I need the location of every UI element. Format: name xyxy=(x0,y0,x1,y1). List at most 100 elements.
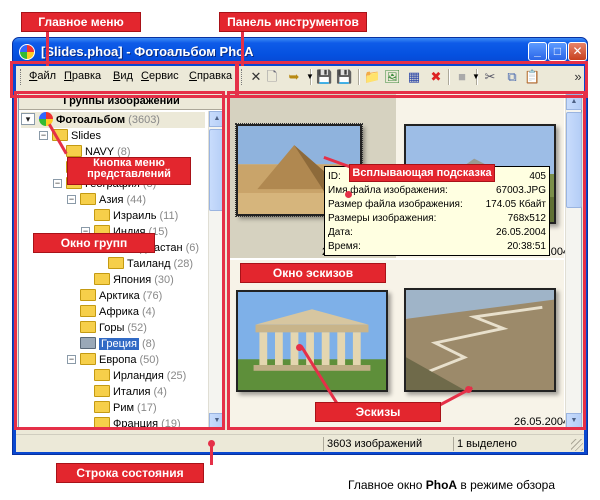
more-icon[interactable]: » xyxy=(570,69,586,85)
thumbnail-image[interactable] xyxy=(236,290,388,392)
delete-icon[interactable]: ✖ xyxy=(428,69,444,85)
tree-node-count: (11) xyxy=(159,210,179,222)
tree-node-count: (52) xyxy=(127,322,147,334)
tree-node[interactable]: Рим (17) xyxy=(81,400,157,416)
tree-node-label: Израиль xyxy=(113,210,157,222)
menu-label-rest: правка xyxy=(196,70,233,82)
tree-node[interactable]: − Азия (44) xyxy=(67,192,146,208)
resize-grip-icon[interactable] xyxy=(571,439,583,451)
tree-node-count: (25) xyxy=(166,370,187,382)
thumbnail-window: 26.05.200426.05.200426.05.2004 ID:405Имя… xyxy=(229,93,582,430)
folder-icon xyxy=(80,337,96,349)
tree-node-label: Горы xyxy=(99,322,125,334)
close-button[interactable]: ✕ xyxy=(568,42,587,61)
caption-suffix: в режиме обзора xyxy=(457,478,556,492)
tree-node[interactable]: Италия (4) xyxy=(81,384,167,400)
group-panel-header: Группы изображений xyxy=(19,94,224,110)
add-picture-icon[interactable]: 🖼 xyxy=(384,69,401,85)
menu-edit[interactable]: Правка xyxy=(64,70,101,82)
folder-icon xyxy=(80,305,96,317)
tree-node[interactable]: Горы (52) xyxy=(67,320,147,336)
scroll-up-icon[interactable]: ▲ xyxy=(209,111,225,127)
menu-view[interactable]: Вид xyxy=(113,70,133,82)
menu-help[interactable]: Справка xyxy=(189,70,232,82)
tree-node-label: Рим xyxy=(113,402,135,414)
tooltip-key: Размер файла изображения: xyxy=(328,199,463,210)
toolbar-grip[interactable] xyxy=(241,69,244,85)
callout-tooltip: Всплывающая подсказка xyxy=(349,164,495,182)
tree-node-count: (30) xyxy=(154,274,174,286)
scroll-thumb[interactable] xyxy=(209,129,225,211)
menu-accelerator: П xyxy=(64,70,72,82)
tree-node[interactable]: − Slides xyxy=(39,128,101,144)
figure-caption: Главное окно PhoA в режиме обзора xyxy=(348,478,555,492)
collapse-icon[interactable]: − xyxy=(39,131,48,140)
callout-group-window: Окно групп xyxy=(33,233,155,253)
tree-node[interactable]: Греция (8) xyxy=(67,336,155,352)
edit-icon[interactable]: ▦ xyxy=(406,69,422,85)
tree-node[interactable]: Таиланд (28) xyxy=(95,256,193,272)
tooltip-value: 768x512 xyxy=(507,213,546,224)
tree-node[interactable]: Япония (30) xyxy=(81,272,174,288)
thumbnail-scrollbar[interactable]: ▲ ▼ xyxy=(565,94,582,429)
main-menu: Файл Правка Вид Сервис Справка xyxy=(16,66,242,88)
tooltip-key: Размеры изображения: xyxy=(328,213,437,224)
menu-service[interactable]: Сервис xyxy=(141,70,179,82)
tree-node[interactable]: Арктика (76) xyxy=(67,288,162,304)
paste-icon[interactable]: 📋 xyxy=(524,69,540,85)
menu-file[interactable]: Файл xyxy=(29,70,56,82)
tree-node-count: (17) xyxy=(137,402,157,414)
new-document-icon[interactable]: 🗋 xyxy=(264,69,280,85)
tree-node-count: (4) xyxy=(141,306,156,318)
collapse-icon[interactable]: − xyxy=(67,355,76,364)
tree-node-label: Арктика xyxy=(99,290,140,302)
tree-node-count: (28) xyxy=(173,258,194,270)
scroll-up-icon[interactable]: ▲ xyxy=(566,94,582,110)
minimize-button[interactable]: _ xyxy=(528,42,547,61)
scroll-down-icon[interactable]: ▼ xyxy=(566,413,582,429)
tree-node[interactable]: Израиль (11) xyxy=(81,208,178,224)
cut-icon[interactable]: ✂ xyxy=(482,69,498,85)
tree-node-label: Ирландия xyxy=(113,370,164,382)
app-icon[interactable] xyxy=(19,44,35,60)
view-menu-button[interactable]: ▾ xyxy=(21,113,35,125)
tree-node[interactable]: Ирландия (25) xyxy=(81,368,186,384)
tree-node-count: (4) xyxy=(153,386,167,398)
menu-label-rest: равка xyxy=(71,70,102,82)
maximize-button[interactable]: □ xyxy=(548,42,567,61)
callout-thumbnail-window: Окно эскизов xyxy=(240,263,386,283)
tooltip-key: ID: xyxy=(328,171,341,182)
tooltip-value: 67003.JPG xyxy=(495,185,546,196)
caption-app-name: PhoA xyxy=(425,478,458,492)
tree-node[interactable]: Франция (19) xyxy=(81,416,181,429)
open-icon[interactable]: ➥ xyxy=(286,69,302,85)
folder-icon xyxy=(80,353,96,365)
status-bar: 3603 изображений 1 выделено xyxy=(16,434,584,452)
scroll-thumb[interactable] xyxy=(566,112,582,208)
tree-node[interactable]: Африка (4) xyxy=(67,304,155,320)
callout-toolbar: Панель инструментов xyxy=(219,12,367,32)
group-tree-scrollbar[interactable]: ▲ ▼ xyxy=(208,111,225,429)
collapse-icon[interactable]: − xyxy=(53,179,62,188)
tree-node-count: (76) xyxy=(142,290,163,302)
toolbar: ✕ 🗋 ➥ 💾 💾 📁 🖼 ▦ ✖ ■ ✂ ⧉ 📋» ▼ ▼ xyxy=(240,66,584,88)
save-icon[interactable]: 💾 xyxy=(316,69,332,85)
tree-node[interactable]: − Европа (50) xyxy=(67,352,159,368)
collapse-icon[interactable]: − xyxy=(67,195,76,204)
new-group-icon[interactable]: 📁 xyxy=(364,69,380,85)
title-bar[interactable]: [Slides.phoa] - Фотоальбом PhoA _ □ ✕ xyxy=(13,38,587,66)
callout-view-menu-button: Кнопка меню представлений xyxy=(67,157,191,185)
tree-node-label: Греция xyxy=(99,338,139,350)
tree-node-label: Япония xyxy=(113,274,152,286)
copy-icon[interactable]: ⧉ xyxy=(504,69,520,85)
tree-node-label: Европа xyxy=(99,354,137,366)
pointer-dot xyxy=(208,440,215,447)
thumbnail-image[interactable] xyxy=(404,288,556,392)
menu-grip[interactable] xyxy=(20,69,23,85)
scroll-down-icon[interactable]: ▼ xyxy=(209,413,225,429)
client-area: Файл Правка Вид Сервис Справка ✕ 🗋 ➥ 💾 💾 📁 🖼 ▦ ✖… xyxy=(16,66,584,452)
close-icon[interactable]: ✕ xyxy=(248,69,264,85)
save-as-icon[interactable]: 💾 xyxy=(336,69,352,85)
dropdown-arrow-icon[interactable]: ▼ xyxy=(468,69,484,85)
dropdown-arrow-icon[interactable]: ▼ xyxy=(302,69,318,85)
